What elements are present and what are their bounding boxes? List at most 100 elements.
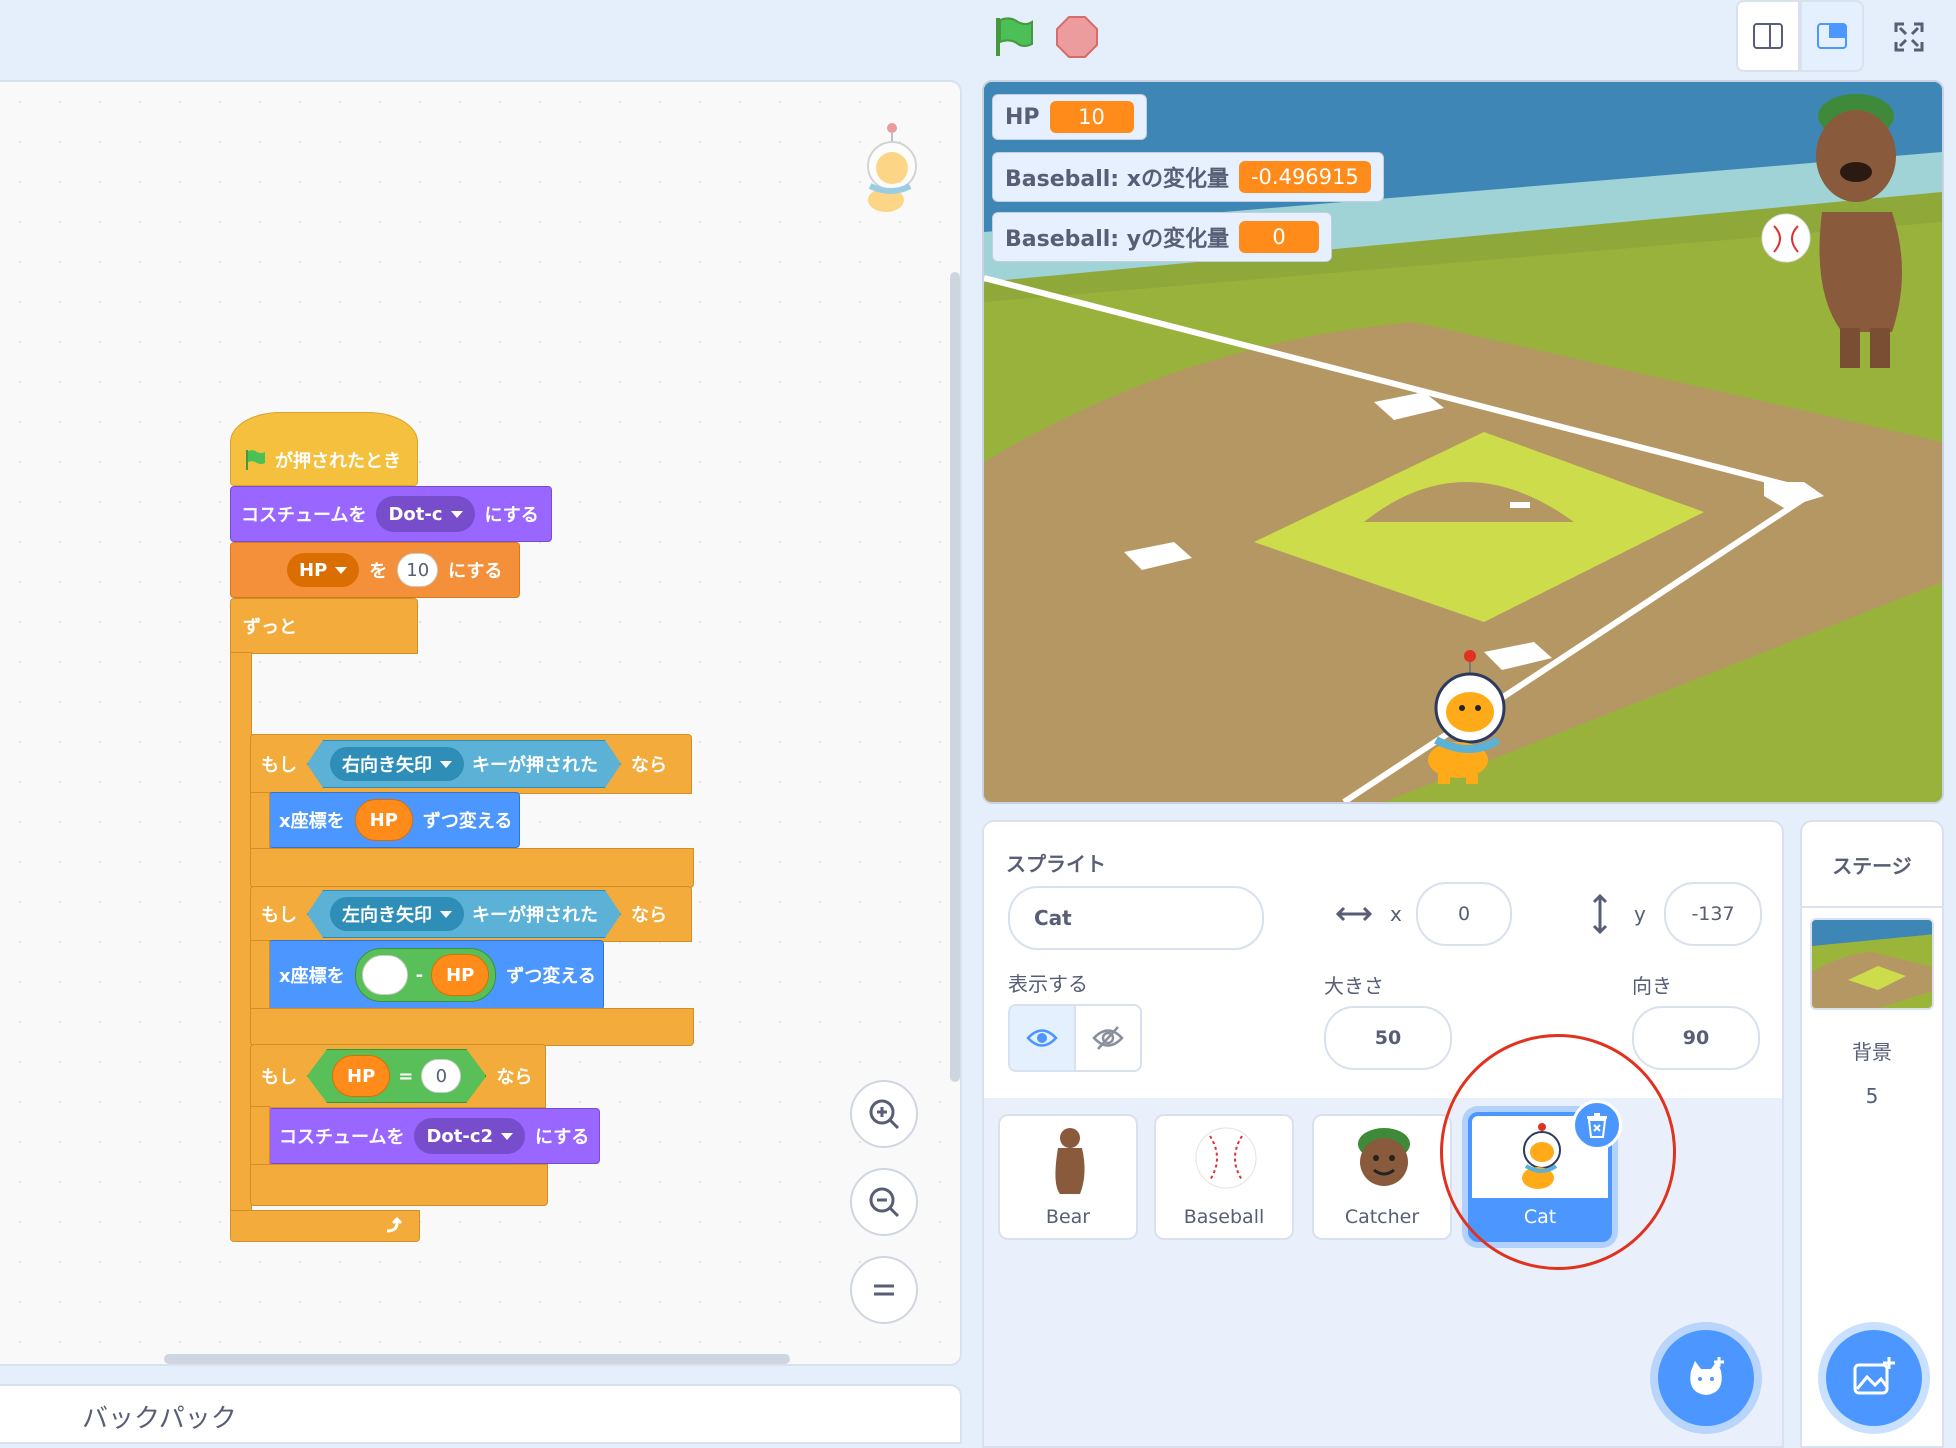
- sprite-tile-name: Bear: [1045, 1206, 1091, 1228]
- backpack-label: バックパック: [82, 1404, 237, 1434]
- block-text: コスチュームを: [241, 505, 367, 526]
- dropdown-arrow-icon: [450, 510, 463, 518]
- set-value-input[interactable]: 10: [397, 553, 439, 587]
- code-area[interactable]: が押されたとき コスチュームを Dot-c にする HP を 10 にする ずっ…: [0, 80, 962, 1366]
- sprite-tile-baseball[interactable]: Baseball: [1154, 1114, 1294, 1240]
- variable-monitor-baseball-dx[interactable]: Baseball: xの変化量 -0.496915: [992, 152, 1384, 202]
- key-pressed-condition[interactable]: 左向き矢印 キーが押された: [307, 890, 621, 938]
- add-backdrop-button[interactable]: [1826, 1330, 1922, 1426]
- variable-monitor-baseball-dy[interactable]: Baseball: yの変化量 0: [992, 212, 1333, 262]
- compare-value-input[interactable]: 0: [421, 1059, 461, 1093]
- block-text: にする: [535, 1127, 590, 1148]
- if-bottom: [250, 1008, 694, 1046]
- set-variable-block[interactable]: HP を 10 にする: [230, 542, 520, 598]
- show-sprite-button[interactable]: [1008, 1004, 1076, 1072]
- green-flag-icon: [246, 450, 265, 470]
- size-input[interactable]: 50: [1324, 1006, 1452, 1070]
- key-dropdown[interactable]: 右向き矢印: [330, 747, 464, 781]
- sprite-tile-catcher[interactable]: Catcher: [1312, 1114, 1452, 1240]
- sprite-name-input[interactable]: Cat: [1008, 886, 1264, 950]
- costume-dropdown[interactable]: Dot-c2: [414, 1118, 526, 1154]
- when-flag-clicked-block[interactable]: が押されたとき: [230, 412, 418, 486]
- green-flag-icon: [996, 17, 1033, 56]
- block-text: コスチュームを: [279, 1127, 405, 1148]
- block-text: にする: [448, 561, 503, 582]
- if-block-hp-zero[interactable]: もし HP = 0 なら: [250, 1044, 546, 1108]
- x-input[interactable]: 0: [1416, 882, 1512, 946]
- key-pressed-condition[interactable]: 右向き矢印 キーが押された: [307, 740, 621, 788]
- subtract-operator[interactable]: - HP: [354, 948, 497, 1002]
- switch-costume-block[interactable]: コスチュームを Dot-c にする: [230, 486, 552, 542]
- block-text: ずつ変える: [506, 966, 596, 987]
- add-sprite-button[interactable]: [1658, 1330, 1754, 1426]
- loop-arrow-icon: [386, 1216, 403, 1233]
- zoom-in-icon: [869, 1099, 900, 1130]
- variable-dropdown[interactable]: HP: [287, 553, 360, 587]
- key-dropdown[interactable]: 左向き矢印: [330, 897, 464, 931]
- if-bottom: [250, 848, 694, 888]
- vertical-arrows-icon: [1592, 894, 1608, 934]
- stage[interactable]: HP 10 Baseball: xの変化量 -0.496915 Baseball…: [982, 80, 1944, 804]
- hp-reporter[interactable]: HP: [332, 1055, 390, 1097]
- equals-icon: [874, 1284, 894, 1296]
- fullscreen-button[interactable]: [1880, 8, 1938, 66]
- zoom-in-button[interactable]: [850, 1080, 918, 1148]
- hp-reporter[interactable]: HP: [431, 954, 490, 996]
- stop-button[interactable]: [1054, 14, 1100, 60]
- cat-sprite[interactable]: [1408, 648, 1518, 788]
- horizontal-scrollbar[interactable]: [164, 1354, 790, 1364]
- backpack-panel[interactable]: バックパック: [0, 1384, 962, 1444]
- backdrop-count: 5: [1865, 1084, 1879, 1108]
- direction-input[interactable]: 90: [1632, 1006, 1760, 1070]
- block-text: もし: [261, 1067, 297, 1088]
- if-bottom: [250, 1164, 548, 1206]
- y-input[interactable]: -137: [1664, 882, 1762, 946]
- block-text: なら: [631, 755, 667, 776]
- stage-label: ステージ: [1832, 854, 1912, 878]
- switch-costume-block[interactable]: コスチュームを Dot-c2 にする: [268, 1108, 600, 1164]
- monitor-label: Baseball: yの変化量: [1005, 227, 1230, 252]
- highlight-circle: [1440, 1034, 1676, 1270]
- if-left-arm: [250, 1106, 270, 1168]
- costume-value: Dot-c2: [426, 1125, 494, 1147]
- zoom-reset-button[interactable]: [850, 1256, 918, 1324]
- add-sprite-icon: [1690, 1357, 1724, 1395]
- vertical-scrollbar[interactable]: [950, 272, 960, 1082]
- block-text: ずっと: [243, 617, 297, 638]
- forever-block[interactable]: ずっと: [230, 598, 418, 654]
- empty-number-input[interactable]: [361, 955, 408, 995]
- eye-slash-icon: [1092, 1026, 1124, 1050]
- if-block-right-arrow[interactable]: もし 右向き矢印 キーが押された なら: [250, 734, 692, 794]
- monitor-value: -0.496915: [1238, 161, 1371, 193]
- forever-left-arm: [230, 652, 252, 1214]
- sprite-label: スプライト: [1006, 852, 1106, 876]
- hp-reporter[interactable]: HP: [354, 799, 413, 841]
- large-stage-button[interactable]: [1800, 0, 1864, 72]
- small-stage-button[interactable]: [1736, 0, 1800, 72]
- zoom-out-button[interactable]: [850, 1168, 918, 1236]
- equals-condition[interactable]: HP = 0: [307, 1049, 486, 1103]
- costume-dropdown[interactable]: Dot-c: [376, 496, 475, 532]
- hide-sprite-button[interactable]: [1074, 1004, 1142, 1072]
- block-text: キーが押された: [472, 905, 598, 926]
- if-block-left-arrow[interactable]: もし 左向き矢印 キーが押された なら: [250, 886, 692, 942]
- green-flag-button[interactable]: [990, 14, 1036, 60]
- baseball-field-thumbnail: [1812, 920, 1932, 1008]
- change-x-block[interactable]: x座標を - HP ずつ変える: [268, 940, 604, 1010]
- if-left-arm: [250, 940, 270, 1012]
- operator-symbol: =: [398, 1065, 414, 1087]
- variable-monitor-hp[interactable]: HP 10: [992, 94, 1147, 140]
- dropdown-arrow-icon: [440, 911, 452, 918]
- bear-icon: [1761, 94, 1902, 368]
- script-stack[interactable]: が押されたとき コスチュームを Dot-c にする HP を 10 にする ずっ…: [0, 82, 960, 1364]
- backdrop-thumbnail[interactable]: [1810, 918, 1934, 1010]
- operator-symbol: -: [415, 964, 424, 986]
- block-text: もし: [261, 905, 297, 926]
- variable-name: HP: [299, 559, 328, 581]
- direction-label: 向き: [1632, 974, 1672, 998]
- bear-sprite[interactable]: [1752, 92, 1922, 382]
- block-text: ずつ変える: [422, 811, 513, 832]
- sprite-tile-bear[interactable]: Bear: [998, 1114, 1138, 1240]
- forever-bottom: [230, 1210, 420, 1242]
- change-x-block[interactable]: x座標を HP ずつ変える: [268, 792, 520, 848]
